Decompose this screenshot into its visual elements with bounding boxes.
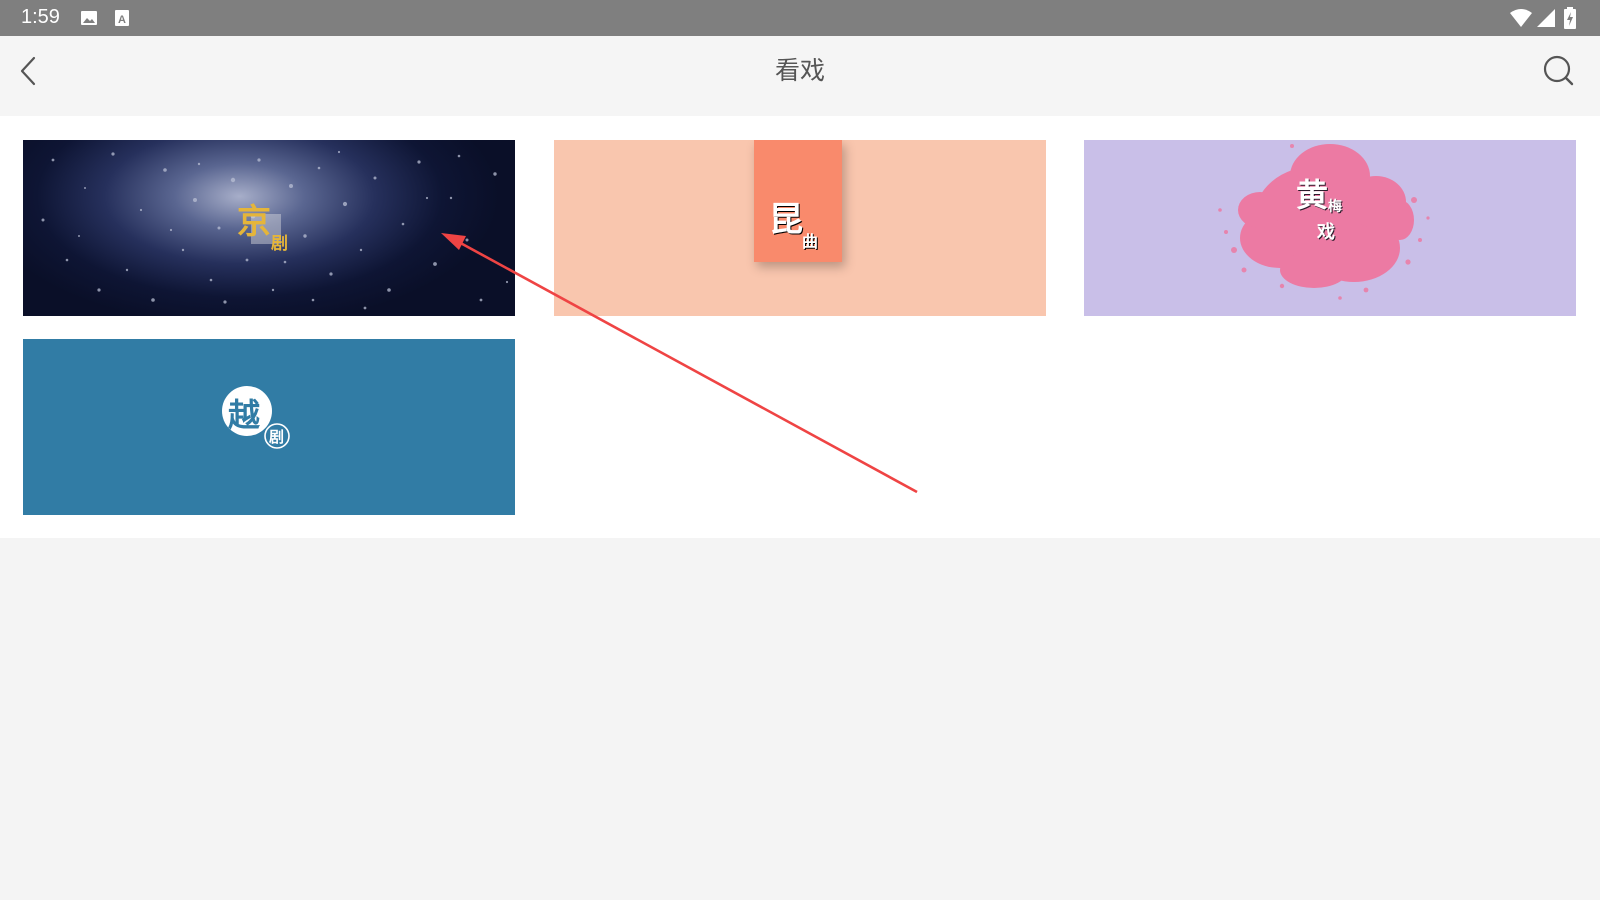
cellular-signal-icon: [1537, 9, 1555, 27]
category-card-yueju[interactable]: 越 剧: [23, 339, 515, 515]
category-subtitle-char: 曲: [802, 232, 819, 251]
status-bar: 1:59 A: [0, 0, 1600, 36]
search-icon: [1543, 55, 1574, 86]
battery-charging-icon: [1564, 7, 1576, 29]
category-title-char: 黄: [1296, 176, 1329, 214]
app-bar: 看戏: [0, 36, 1600, 116]
category-subtitle-char: 梅: [1328, 199, 1342, 215]
category-grid: 京 剧 昆 曲 黄 梅 戏 越 剧: [0, 116, 1600, 538]
wifi-icon: [1510, 9, 1532, 27]
category-subtitle-char-2: 戏: [1317, 222, 1335, 243]
category-card-jingju[interactable]: 京 剧: [23, 140, 515, 316]
image-icon: [81, 11, 97, 25]
back-chevron-icon: [20, 56, 36, 86]
category-card-huangmeixi[interactable]: 黄 梅 戏: [1084, 140, 1576, 316]
a-letter-icon: A: [115, 10, 129, 26]
category-title-char: 京: [237, 202, 271, 242]
category-title-char: 昆: [769, 200, 803, 240]
category-title-char: 越: [228, 396, 261, 434]
category-card-kunqu[interactable]: 昆 曲: [554, 140, 1046, 316]
back-button[interactable]: [12, 52, 44, 90]
category-subtitle-char: 剧: [271, 234, 288, 254]
page-title: 看戏: [774, 56, 825, 85]
search-button[interactable]: [1538, 52, 1578, 92]
svg-text:A: A: [118, 14, 126, 26]
category-subtitle-char: 剧: [269, 428, 285, 446]
status-time: 1:59: [21, 6, 60, 28]
